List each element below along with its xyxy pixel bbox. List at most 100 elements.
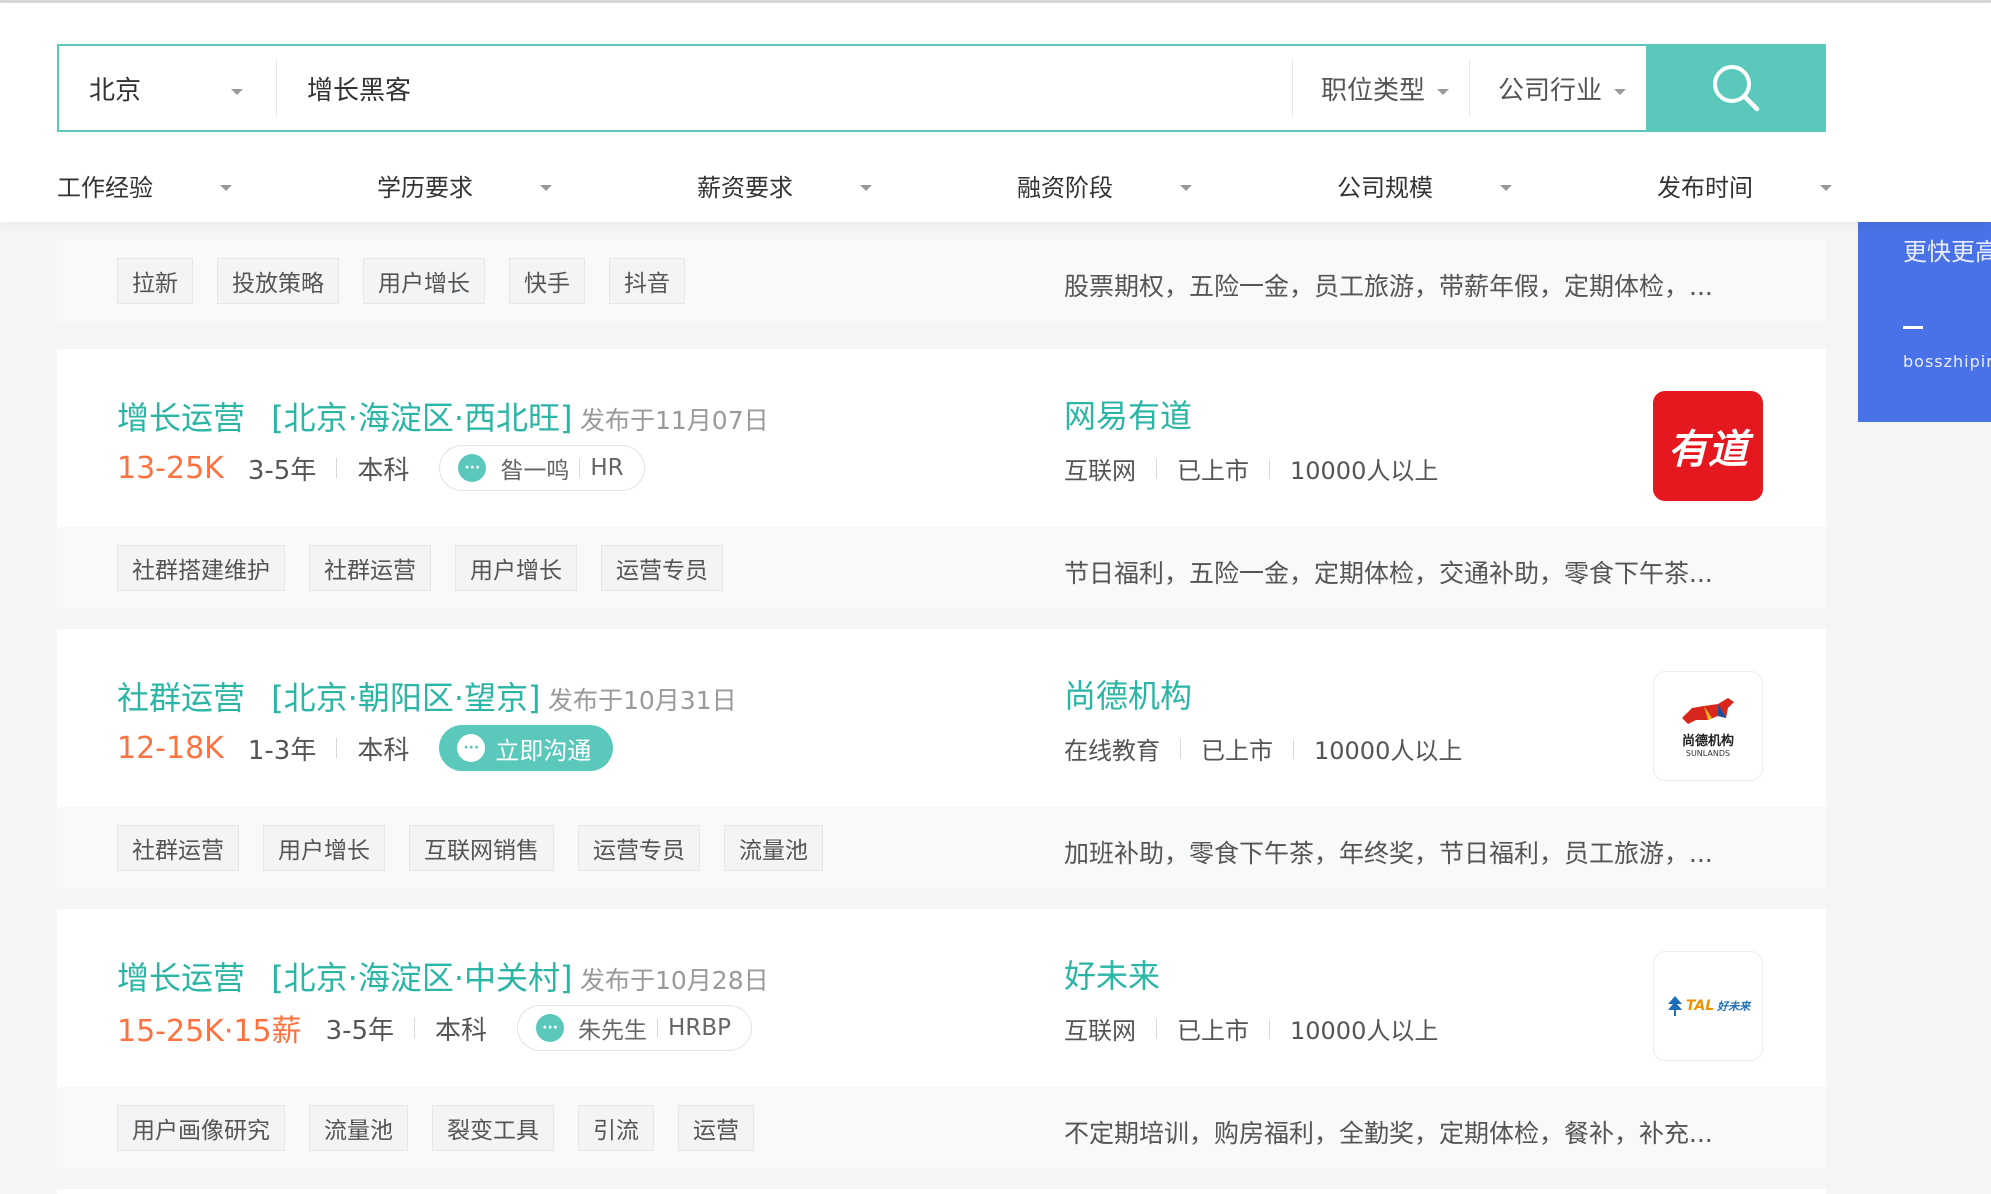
publish-date: 发布于10月31日 <box>548 686 737 715</box>
chevron-down-icon <box>1436 89 1449 95</box>
filter-label: 工作经验 <box>57 174 153 202</box>
chevron-down-icon <box>1180 185 1192 191</box>
chat-bubble-icon: ··· <box>457 734 486 762</box>
skill-tag: 用户增长 <box>263 825 385 871</box>
company-name-link[interactable]: 好未来 <box>1064 951 1160 997</box>
filter-label: 学历要求 <box>377 174 473 202</box>
skill-tag: 投放策略 <box>217 258 339 304</box>
company-name-link[interactable]: 网易有道 <box>1064 391 1192 437</box>
publish-date: 发布于10月28日 <box>580 966 769 995</box>
job-requirements: 12-18K 1-3年 本科 ··· 立即沟通 <box>117 723 614 773</box>
banner-dash <box>1903 326 1923 329</box>
tag-list: 拉新 投放策略 用户增长 快手 抖音 <box>117 258 709 304</box>
job-title[interactable]: 社群运营 <box>117 679 245 717</box>
recruiter-name: 朱先生 <box>578 1018 648 1044</box>
search-input[interactable] <box>307 73 1292 103</box>
company-logo[interactable]: 尚德机构 SUNLANDS <box>1653 671 1763 781</box>
job-location[interactable]: [北京·朝阳区·望京] <box>271 679 540 717</box>
filter-salary[interactable]: 薪资要求 <box>697 168 877 208</box>
company-financing: 已上市 <box>1177 1017 1249 1045</box>
separator <box>1269 458 1270 479</box>
job-type-select[interactable]: 职位类型 <box>1293 46 1469 130</box>
chat-now-button[interactable]: ··· 立即沟通 <box>439 725 614 771</box>
job-title-link[interactable]: 社群运营 [北京·朝阳区·望京] <box>117 673 541 719</box>
job-card[interactable]: 增长运营 [北京·海淀区·中关村] 发布于10月28日 15-25K·15薪 3… <box>57 909 1826 1169</box>
chevron-down-icon <box>540 185 552 191</box>
company-logo[interactable]: TAL 好未来 <box>1653 951 1763 1061</box>
company-name-link[interactable]: 尚德机构 <box>1064 671 1192 717</box>
job-card-footer: 拉新 投放策略 用户增长 快手 抖音 股票期权，五险一金，员工旅游，带薪年假，定… <box>57 240 1826 322</box>
filter-label: 融资阶段 <box>1017 174 1113 202</box>
recruiter-pill[interactable]: ··· 朱先生 HRBP <box>517 1005 752 1051</box>
chevron-down-icon <box>1614 89 1626 95</box>
separator <box>414 1018 416 1038</box>
company-meta: 互联网 已上市 10000人以上 <box>1064 451 1438 486</box>
separator <box>336 458 338 478</box>
tag-list: 社群运营 用户增长 互联网销售 运营专员 流量池 <box>117 825 847 871</box>
education: 本科 <box>435 1015 488 1046</box>
job-card-primary: 社群运营 [北京·朝阳区·望京] 发布于10月31日 12-18K 1-3年 本… <box>57 629 1826 807</box>
skill-tag: 社群运营 <box>117 825 239 871</box>
recruiter-pill[interactable]: ··· 昝一鸣 HR <box>439 445 645 491</box>
separator <box>336 738 338 758</box>
job-card[interactable]: 社群运营 [北京·朝阳区·望京] 发布于10月31日 12-18K 1-3年 本… <box>57 629 1826 889</box>
separator <box>657 1019 659 1037</box>
experience: 3-5年 <box>247 455 317 486</box>
separator <box>1180 738 1181 759</box>
logo-text: 有道 <box>1668 426 1748 473</box>
skill-tag: 拉新 <box>117 258 193 304</box>
city-select[interactable]: 北京 <box>59 46 276 130</box>
job-card-primary: 增长运营 [北京·海淀区·西北旺] 发布于11月07日 13-25K 3-5年 … <box>57 349 1826 527</box>
job-title-link[interactable]: 增长运营 [北京·海淀区·中关村] <box>117 953 573 999</box>
skill-tag: 用户画像研究 <box>117 1105 285 1151</box>
skill-tag: 社群搭建维护 <box>117 545 285 591</box>
industry-select[interactable]: 公司行业 <box>1470 46 1646 130</box>
filter-label: 薪资要求 <box>697 174 793 202</box>
filter-education[interactable]: 学历要求 <box>377 168 557 208</box>
skill-tag: 运营专员 <box>578 825 700 871</box>
job-card-footer: 社群运营 用户增长 互联网销售 运营专员 流量池 加班补助，零食下午茶，年终奖，… <box>57 807 1826 889</box>
filter-publish-time[interactable]: 发布时间 <box>1657 168 1837 208</box>
skill-tag: 流量池 <box>309 1105 408 1151</box>
filter-company-size[interactable]: 公司规模 <box>1337 168 1517 208</box>
benefits-text: 节日福利，五险一金，定期体检，交通补助，零食下午茶... <box>1064 559 1713 588</box>
tag-list: 用户画像研究 流量池 裂变工具 引流 运营 <box>117 1105 778 1151</box>
job-location[interactable]: [北京·海淀区·中关村] <box>271 959 572 997</box>
job-card-primary: 增长运营 [北京·海淀区·中关村] 发布于10月28日 15-25K·15薪 3… <box>57 909 1826 1087</box>
separator <box>1293 738 1294 759</box>
job-title[interactable]: 增长运营 <box>117 399 245 437</box>
job-title[interactable]: 增长运营 <box>117 959 245 997</box>
search-input-wrap[interactable] <box>277 46 1292 130</box>
filter-financing[interactable]: 融资阶段 <box>1017 168 1197 208</box>
recruiter-role: HRBP <box>668 1015 731 1041</box>
job-card-footer: 用户画像研究 流量池 裂变工具 引流 运营 不定期培训，购房福利，全勤奖，定期体… <box>57 1087 1826 1169</box>
job-card-partial[interactable]: 拉新 投放策略 用户增长 快手 抖音 股票期权，五险一金，员工旅游，带薪年假，定… <box>57 240 1826 322</box>
chat-now-label: 立即沟通 <box>495 736 592 765</box>
skill-tag: 运营 <box>678 1105 754 1151</box>
skill-tag: 用户增长 <box>363 258 485 304</box>
industry-label: 公司行业 <box>1497 75 1602 106</box>
job-requirements: 15-25K·15薪 3-5年 本科 ··· 朱先生 HRBP <box>117 1003 752 1053</box>
search-button[interactable] <box>1646 44 1826 132</box>
benefits-text: 股票期权，五险一金，员工旅游，带薪年假，定期体检，... <box>1064 272 1713 301</box>
job-card-partial <box>57 1189 1826 1194</box>
filter-experience[interactable]: 工作经验 <box>57 168 237 208</box>
search-bar: 北京 职位类型 公司行业 <box>57 44 1826 132</box>
company-meta: 在线教育 已上市 10000人以上 <box>1064 731 1462 766</box>
city-value: 北京 <box>89 75 142 106</box>
bull-icon <box>1682 698 1734 724</box>
side-promo-banner[interactable]: 更快更高 bosszhipin <box>1858 222 1991 422</box>
search-header: 北京 职位类型 公司行业 工作经验 学历要求 <box>0 3 1991 222</box>
job-type-label: 职位类型 <box>1320 75 1425 106</box>
company-financing: 已上市 <box>1177 457 1249 485</box>
skill-tag: 互联网销售 <box>409 825 554 871</box>
job-requirements: 13-25K 3-5年 本科 ··· 昝一鸣 HR <box>117 443 645 493</box>
job-location[interactable]: [北京·海淀区·西北旺] <box>271 399 572 437</box>
job-card[interactable]: 增长运营 [北京·海淀区·西北旺] 发布于11月07日 13-25K 3-5年 … <box>57 349 1826 609</box>
separator <box>1156 458 1157 479</box>
job-title-link[interactable]: 增长运营 [北京·海淀区·西北旺] <box>117 393 573 439</box>
skill-tag: 社群运营 <box>309 545 431 591</box>
logo-subtext: SUNLANDS <box>1685 749 1731 758</box>
company-logo[interactable]: 有道 <box>1653 391 1763 501</box>
tree-icon <box>1667 996 1682 1016</box>
